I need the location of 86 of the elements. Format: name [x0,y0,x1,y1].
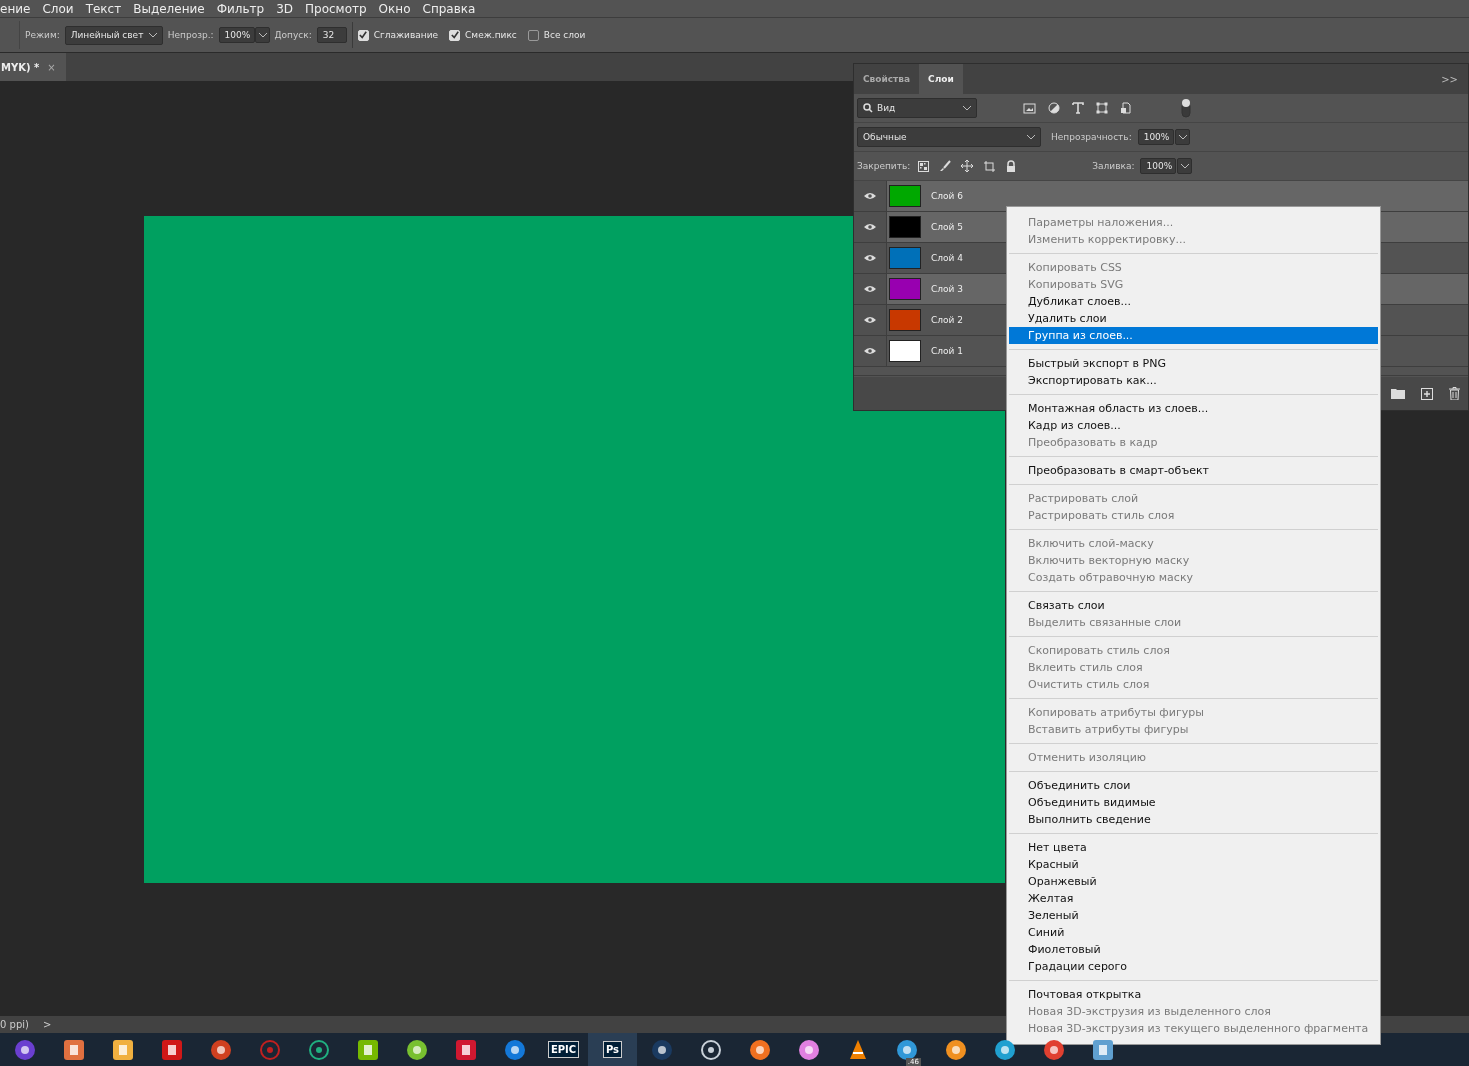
add-layer-icon[interactable] [1421,387,1433,400]
context-menu-item[interactable]: Зеленый [1009,907,1378,924]
brush-icon[interactable] [939,160,952,172]
menu-item[interactable]: 3D [276,1,293,16]
blend-mode-dropdown[interactable]: Обычные [857,127,1041,147]
menu-item[interactable]: Окно [378,1,411,16]
context-menu-item[interactable]: Оранжевый [1009,873,1378,890]
status-arrow-button[interactable]: > [42,1019,52,1030]
filter-dropdown[interactable]: Вид [857,98,977,118]
tolerance-field[interactable]: 32 [316,27,347,43]
opacity-dropdown-button[interactable] [254,27,270,43]
context-menu-item[interactable]: Синий [1009,924,1378,941]
caret-icon [148,32,157,38]
menu-item[interactable]: Справка [422,1,476,16]
fill-dropdown-button[interactable] [1177,158,1193,174]
context-menu-item[interactable]: Преобразовать в смарт-объект [1009,462,1378,479]
lock-transparency-icon[interactable] [918,160,930,172]
caret-icon [1027,134,1035,140]
filter-toggle[interactable] [1181,98,1191,118]
shape-filter-icon[interactable] [1096,102,1108,114]
checkbox-label: Все слои [543,30,586,40]
caret-icon [1181,163,1190,169]
context-menu-item[interactable]: Экспортировать как... [1009,372,1378,389]
taskbar-app-button[interactable]: EPIC [539,1033,588,1066]
checkbox-label: Сглаживание [373,30,439,40]
context-menu-item[interactable]: Нет цвета [1009,839,1378,856]
opacity-field[interactable]: 100% [218,27,255,43]
eye-icon[interactable] [864,316,876,324]
smart-object-filter-icon[interactable] [1120,102,1131,114]
eye-icon[interactable] [864,192,876,200]
mode-dropdown[interactable]: Линейный свет [64,25,163,45]
eye-icon[interactable] [864,347,876,355]
text-filter-icon[interactable] [1072,102,1084,114]
panel-tab[interactable]: Слои [919,64,963,94]
context-menu-item[interactable]: Желтая [1009,890,1378,907]
layer-opacity-field[interactable]: 100% [1137,129,1174,145]
context-menu-item[interactable]: Группа из слоев... [1009,327,1378,344]
context-menu-item[interactable]: Объединить слои [1009,777,1378,794]
context-menu-item[interactable]: Удалить слои [1009,310,1378,327]
menu-item[interactable]: Фильтр [216,1,265,16]
caret-icon [1178,134,1187,140]
lock-icon[interactable] [1006,160,1017,172]
fill-label: Заливка: [1092,161,1135,171]
eye-icon[interactable] [864,254,876,262]
lock-label: Закрепить: [857,161,911,171]
crop-icon[interactable] [983,159,997,173]
tolerance-label: Допуск: [274,30,312,40]
context-menu-item[interactable]: Объединить видимые [1009,794,1378,811]
checkbox[interactable] [527,29,539,41]
search-icon [863,103,873,113]
menu-item[interactable]: Просмотр [305,1,367,16]
layer-opacity-dropdown-button[interactable] [1174,129,1190,145]
status-text: 0 ppi) [0,1019,29,1030]
eye-icon[interactable] [864,285,876,293]
opacity-label: Непрозрачность: [1051,132,1132,142]
menu-item[interactable]: Слои [42,1,74,16]
panel-tab[interactable]: Свойства [854,64,920,94]
caret-icon [258,32,267,38]
document-tab[interactable]: MYK) * × [0,53,66,81]
context-menu-item[interactable]: Дубликат слоев... [1009,293,1378,310]
mode-label: Режим: [25,30,60,40]
collapse-button[interactable]: >> [1441,73,1458,85]
context-menu-item[interactable]: Градации серого [1009,958,1378,975]
menu-item[interactable]: Выделение [133,1,205,16]
layer-row[interactable]: Слой 6 [887,181,1468,211]
fill-field[interactable]: 100% [1140,158,1177,174]
context-menu-item[interactable]: Кадр из слоев... [1009,417,1378,434]
context-menu-item[interactable]: Связать слои [1009,597,1378,614]
context-menu-item[interactable]: Быстрый экспорт в PNG [1009,355,1378,372]
checkbox-label: Смеж.пикс [465,30,517,40]
image-filter-icon[interactable] [1023,102,1036,114]
menu-item[interactable]: Текст [85,1,122,16]
context-menu-item[interactable]: Почтовая открытка [1009,986,1378,1003]
trash-icon[interactable] [1449,387,1460,400]
context-menu-item[interactable]: Фиолетовый [1009,941,1378,958]
opacity-label: Непрозр.: [167,30,214,40]
context-menu-item[interactable]: Красный [1009,856,1378,873]
move-icon[interactable] [961,160,974,172]
context-menu-item[interactable]: Монтажная область из слоев... [1009,400,1378,417]
eye-icon[interactable] [864,223,876,231]
folder-icon[interactable] [1391,388,1405,399]
adjustment-filter-icon[interactable] [1048,102,1060,114]
taskbar-app-button[interactable]: Ps [588,1033,637,1066]
menu-item[interactable]: ение [0,1,31,16]
caret-icon [963,105,971,111]
context-menu-item[interactable]: Выполнить сведение [1009,811,1378,828]
